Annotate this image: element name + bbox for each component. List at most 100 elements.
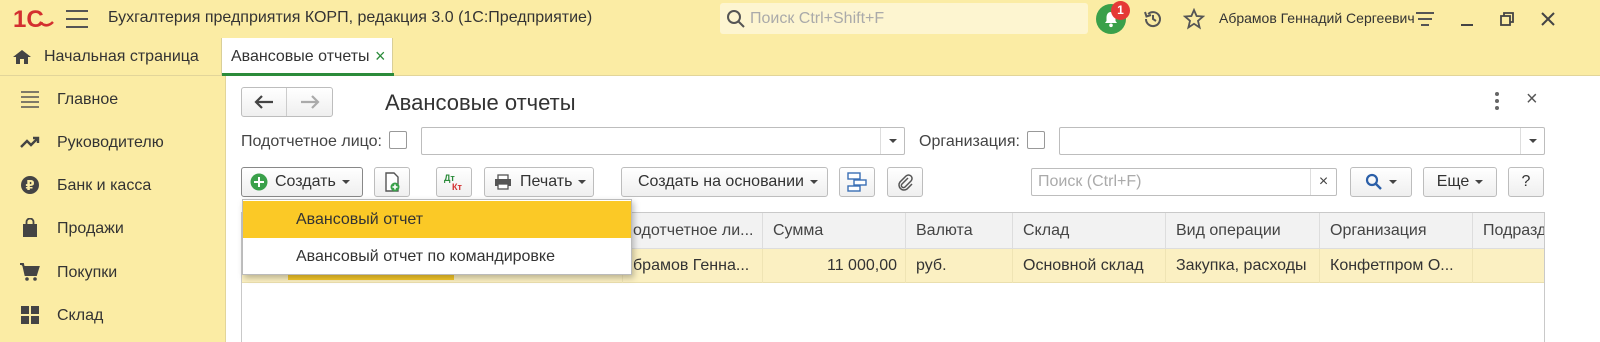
sidebar-item-label: Главное xyxy=(57,91,119,108)
clear-search-icon[interactable]: × xyxy=(1310,169,1336,195)
tabs-bar: Начальная страница Авансовые отчеты × xyxy=(0,38,1600,76)
close-window-icon[interactable] xyxy=(1540,11,1556,27)
tab-close-icon[interactable]: × xyxy=(375,46,386,67)
paperclip-icon xyxy=(898,174,913,191)
copy-button[interactable] xyxy=(374,167,410,197)
org-filter-checkbox[interactable] xyxy=(1027,131,1045,149)
svg-text:1С: 1С xyxy=(13,6,44,31)
user-name[interactable]: Абрамов Геннадий Сергеевич xyxy=(1219,10,1415,26)
dt-kt-icon: Дт Кт xyxy=(444,173,462,192)
tab-advance-reports[interactable]: Авансовые отчеты × xyxy=(221,38,394,76)
create-dropdown-menu: Авансовый отчет Авансовый отчет по коман… xyxy=(242,199,632,275)
table-search-input[interactable] xyxy=(1032,169,1312,195)
settings-lines-icon[interactable] xyxy=(1415,10,1435,28)
app-title: Бухгалтерия предприятия КОРП, редакция 3… xyxy=(108,9,593,26)
menu-lines-icon xyxy=(21,91,39,108)
search-icon xyxy=(727,10,745,28)
column-header-sum[interactable]: Сумма xyxy=(762,213,905,249)
more-options-icon[interactable] xyxy=(1493,92,1501,110)
tab-home[interactable]: Начальная страница xyxy=(0,38,220,75)
sidebar-item-warehouse[interactable]: Склад xyxy=(0,295,225,335)
ruble-icon: ₽ xyxy=(21,176,39,194)
search-options-button[interactable] xyxy=(1350,167,1412,197)
kt-label: Кт xyxy=(452,182,462,192)
cell-warehouse: Основной склад xyxy=(1012,249,1165,283)
sidebar-item-label: Покупки xyxy=(57,264,118,281)
1c-logo-icon[interactable]: 1С xyxy=(13,5,55,33)
search-icon xyxy=(1365,173,1382,190)
create-based-on-button[interactable]: Создать на основании xyxy=(621,167,828,197)
sidebar: Главное Руководителю ₽ Банк и касса Прод… xyxy=(0,76,226,342)
sidebar-item-label: Руководителю xyxy=(57,134,164,151)
create-button-label: Создать xyxy=(275,173,336,190)
menu-item-advance-report[interactable]: Авансовый отчет xyxy=(243,201,631,238)
sidebar-item-bank[interactable]: ₽ Банк и касса xyxy=(0,165,225,205)
sidebar-item-label: Склад xyxy=(57,307,104,324)
title-bar: 1С Бухгалтерия предприятия КОРП, редакци… xyxy=(0,0,1600,38)
shopping-bag-icon xyxy=(23,218,37,237)
cell-currency: руб. xyxy=(905,249,1012,283)
org-filter-label: Организация: xyxy=(919,133,1020,150)
create-based-label: Создать на основании xyxy=(638,173,804,190)
cell-sum: 11 000,00 xyxy=(762,249,905,283)
column-header-operation[interactable]: Вид операции xyxy=(1165,213,1319,249)
tab-active-label: Авансовые отчеты xyxy=(231,48,370,65)
notifications-badge: 1 xyxy=(1111,1,1130,20)
history-icon[interactable] xyxy=(1142,8,1164,30)
svg-text:₽: ₽ xyxy=(25,179,34,194)
star-icon[interactable] xyxy=(1183,8,1205,30)
global-search[interactable] xyxy=(720,3,1088,34)
minimize-icon[interactable] xyxy=(1459,12,1475,28)
plus-circle-icon xyxy=(250,173,268,191)
copy-document-icon xyxy=(385,172,400,192)
org-filter-field[interactable] xyxy=(1059,127,1545,155)
page-title: Авансовые отчеты xyxy=(385,90,576,115)
structure-button[interactable] xyxy=(839,167,875,197)
close-form-icon[interactable]: × xyxy=(1526,88,1538,111)
sidebar-item-purchases[interactable]: Покупки xyxy=(0,252,225,292)
attach-button[interactable] xyxy=(887,167,923,197)
column-header-organization[interactable]: Организация xyxy=(1319,213,1472,249)
sidebar-item-sales[interactable]: Продажи xyxy=(0,208,225,248)
person-filter-checkbox[interactable] xyxy=(389,131,407,149)
menu-item-travel-advance-report[interactable]: Авансовый отчет по командировке xyxy=(243,238,631,275)
more-button[interactable]: Еще xyxy=(1423,167,1497,197)
global-search-input[interactable] xyxy=(750,3,1080,34)
home-icon xyxy=(13,50,31,64)
print-button-label: Печать xyxy=(520,173,573,190)
main-menu-icon[interactable] xyxy=(66,10,88,28)
chevron-down-icon[interactable] xyxy=(880,128,904,154)
tab-home-label: Начальная страница xyxy=(44,48,199,65)
printer-icon xyxy=(495,174,511,190)
cell-organization: Конфетпром О... xyxy=(1319,249,1472,283)
cell-person: брамов Генна... xyxy=(622,249,762,283)
create-button[interactable]: Создать xyxy=(241,167,363,197)
person-filter-label: Подотчетное лицо: xyxy=(241,133,382,150)
cell-operation: Закупка, расходы xyxy=(1165,249,1319,283)
back-arrow-icon[interactable] xyxy=(242,88,288,116)
dt-kt-button[interactable]: Дт Кт xyxy=(436,167,472,197)
help-button-label: ? xyxy=(1521,173,1531,190)
grid-icon xyxy=(21,306,39,324)
person-filter-field[interactable] xyxy=(421,127,905,155)
chevron-down-icon[interactable] xyxy=(1520,128,1544,154)
restore-icon[interactable] xyxy=(1499,11,1515,27)
sidebar-item-manager[interactable]: Руководителю xyxy=(0,122,225,162)
help-button[interactable]: ? xyxy=(1508,167,1544,197)
column-header-warehouse[interactable]: Склад xyxy=(1012,213,1165,249)
column-header-person[interactable]: одотчетное ли... xyxy=(622,213,762,249)
sidebar-item-label: Банк и касса xyxy=(57,177,152,194)
column-header-currency[interactable]: Валюта xyxy=(905,213,1012,249)
cell-division xyxy=(1472,249,1544,283)
print-button[interactable]: Печать xyxy=(484,167,594,197)
more-button-label: Еще xyxy=(1436,173,1470,190)
table-search[interactable]: × xyxy=(1031,168,1337,196)
forward-arrow-icon[interactable] xyxy=(287,88,332,116)
sidebar-item-main[interactable]: Главное xyxy=(0,79,225,119)
sidebar-item-label: Продажи xyxy=(57,220,124,237)
cart-icon xyxy=(20,263,40,281)
structure-icon xyxy=(847,172,867,192)
nav-buttons xyxy=(241,87,333,117)
trend-icon xyxy=(20,136,40,148)
column-header-division[interactable]: Подразд xyxy=(1472,213,1544,249)
